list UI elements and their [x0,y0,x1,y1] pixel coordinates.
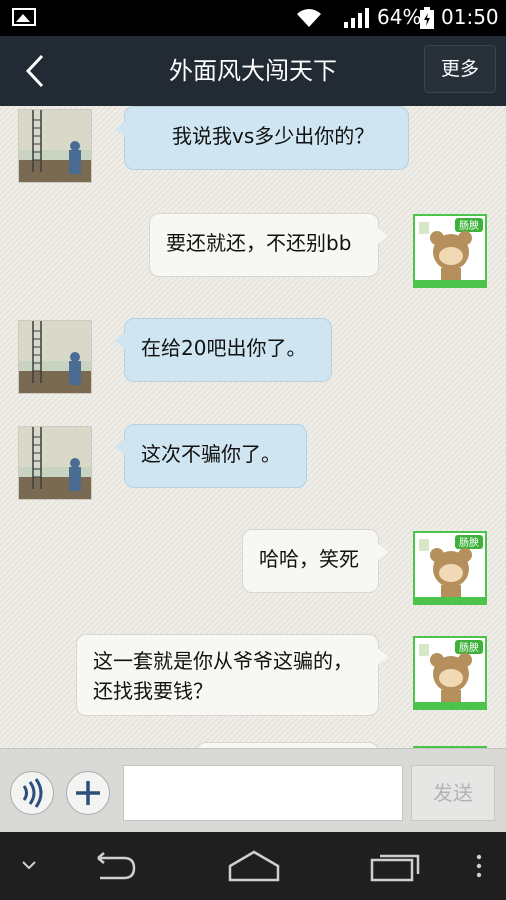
message-bubble[interactable]: 要还就还，不还别bb [149,213,388,277]
back-nav-icon[interactable] [88,852,138,882]
svg-text:肠腴: 肠腴 [459,537,479,549]
more-button[interactable]: 更多 [424,45,496,93]
svg-text:肠腴: 肠腴 [459,642,479,654]
system-nav-bar [0,832,506,900]
chevron-left-icon [25,54,44,88]
contact-avatar[interactable] [18,320,92,394]
battery-charging-icon [420,7,434,29]
chat-area[interactable]: 我说我vs多少出你的？ 要还就还，不还别bb 肠腴 在给20吧出你了。 这次不骗… [0,106,506,748]
clock: 01:50 [441,5,499,29]
message-text: 我说我vs多少出你的？ [172,124,375,148]
message-text: 这次不骗你了。 [141,442,281,466]
svg-text:肠腴: 肠腴 [459,220,479,232]
menu-icon[interactable] [474,854,484,878]
message-text: 要还就还，不还别bb [166,231,352,255]
message-bubble[interactable]: 在给20吧出你了。 [115,318,332,382]
chevron-down-icon[interactable] [20,858,38,872]
user-avatar[interactable]: 肠腴 [413,636,487,710]
message-bubble[interactable]: 我说我vs多少出你的？ [115,106,409,170]
wifi-icon [297,9,321,27]
user-avatar[interactable]: 肠腴 [413,531,487,605]
status-bar: 64% 01:50 [0,0,506,36]
back-button[interactable] [18,50,58,92]
plus-icon [76,781,100,805]
contact-avatar[interactable] [18,426,92,500]
recent-apps-icon[interactable] [370,852,422,882]
image-icon [12,8,36,26]
voice-button[interactable] [10,771,54,815]
message-bubble[interactable]: 哈哈，笑死 [242,529,388,593]
composer-bar: 发送 [0,748,506,833]
add-button[interactable] [66,771,110,815]
battery-percent: 64% [377,5,422,29]
home-icon[interactable] [226,850,282,882]
title-bar: 外面风大闯天下 更多 [0,36,506,106]
message-bubble[interactable]: 这一套就是你从爷爷这骗的，还找我要钱？ [76,634,388,716]
signal-icon [344,8,369,28]
message-input[interactable] [123,765,403,821]
message-text: 这一套就是你从爷爷这骗的，还找我要钱？ [93,649,353,703]
message-text: 哈哈，笑死 [259,547,359,571]
message-text: 在给20吧出你了。 [141,336,307,360]
user-avatar[interactable]: 肠腴 [413,214,487,288]
send-button[interactable]: 发送 [411,765,495,821]
contact-avatar[interactable] [18,109,92,183]
voice-icon [22,778,43,808]
message-bubble[interactable]: 这次不骗你了。 [115,424,307,488]
page-title: 外面风大闯天下 [169,57,337,85]
